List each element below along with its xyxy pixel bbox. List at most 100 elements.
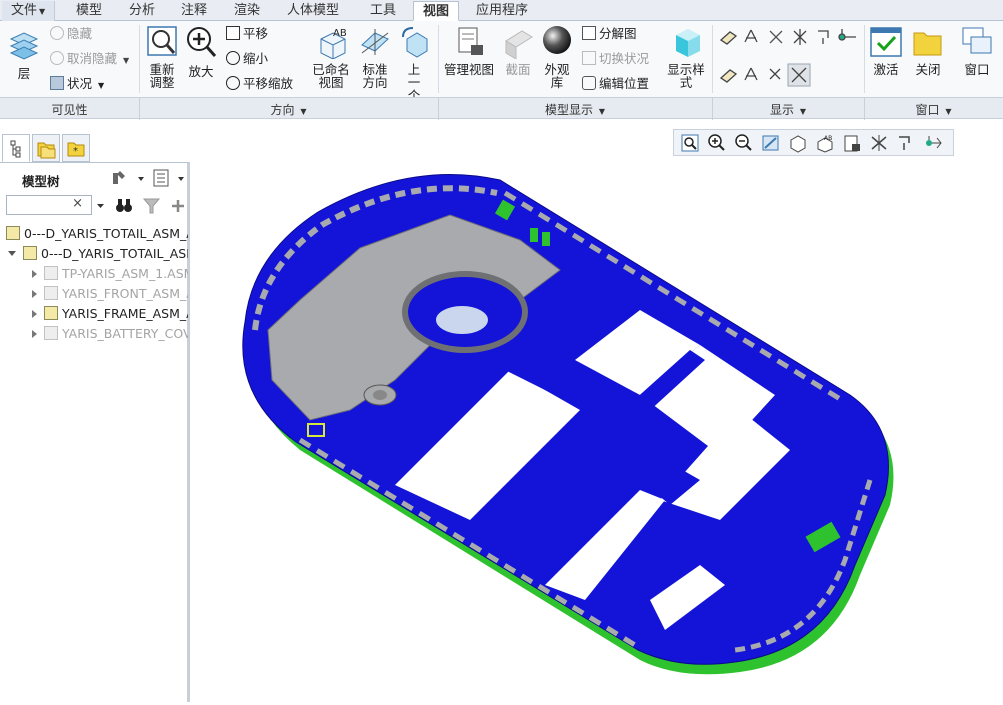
find-binoculars-icon[interactable] [114,196,134,216]
zoom-in-button[interactable]: 放大 [185,25,217,78]
status-button[interactable]: 状况 ▼ [50,75,104,93]
activate-label: 激活 [873,62,899,77]
windows-button[interactable]: 窗口 [958,25,996,76]
close-label: 关闭 [915,62,941,77]
windows-icon [962,27,992,54]
hide-button[interactable]: 隐藏 [50,25,92,43]
display-style-button[interactable]: 显示样式 [666,25,708,89]
settings-icon[interactable] [110,169,150,189]
show-options-icon[interactable] [152,169,188,189]
group-model-display[interactable]: 模型显示 ▼ [438,101,712,118]
tab-tools[interactable]: 工具 [361,1,405,21]
datum-display-filters-icon[interactable] [869,133,889,153]
refit-icon[interactable] [680,133,700,153]
separator [139,25,140,93]
edit-position-button[interactable]: 编辑位置 [582,75,649,93]
tree-item-frame-asm[interactable]: YARIS_FRAME_ASM_A [32,304,188,324]
manage-views-button[interactable]: 管理视图 [444,25,494,76]
favorites-tab[interactable]: * [62,134,90,162]
status-icon [50,76,64,90]
saved-views-button[interactable]: AB 已命名视图 [312,25,352,89]
separator [438,25,439,93]
search-input[interactable]: × [6,195,92,215]
refit-button[interactable]: 重新调整 [145,25,179,89]
close-window-button[interactable]: 关闭 [910,25,946,76]
assembly-icon [44,306,58,320]
model-tree-tab[interactable] [2,134,30,162]
tab-view[interactable]: 视图 [413,1,460,21]
tree-item-root[interactable]: 0---D_YARIS_TOTAIL_ASM_A [6,224,188,244]
collapse-icon[interactable] [8,251,16,256]
tab-annotate[interactable]: 注释 [172,1,216,21]
section-button[interactable]: 截面 [502,25,534,76]
appearance-label: 外观库 [544,62,570,90]
tree-item-tp-asm[interactable]: TP-YARIS_ASM_1.ASM [32,264,188,284]
assembly-icon [6,226,20,240]
tab-applications[interactable]: 应用程序 [467,1,537,21]
tab-manikin[interactable]: 人体模型 [278,1,348,21]
saved-orientations-icon[interactable]: AB [815,133,835,153]
graphics-toolbar: AB [673,129,954,156]
saved-views-label: 已命名视图 [312,62,350,90]
unhide-button[interactable]: 取消隐藏 ▼ [50,50,129,68]
spin-center-icon[interactable] [923,133,943,153]
pan-button[interactable]: 平移 [226,25,268,43]
expand-icon[interactable] [32,270,37,278]
layers-button[interactable]: 层 [6,29,42,80]
section-icon [505,30,533,59]
cad-model-render[interactable] [193,120,1003,702]
annotation-display-icon[interactable] [896,133,916,153]
zoom-out-button[interactable]: 缩小 [226,50,268,68]
layers-icon [9,32,39,60]
previous-view-button[interactable]: 上一个 [399,25,429,102]
expand-icon[interactable] [32,290,37,298]
tab-render[interactable]: 渲染 [225,1,269,21]
pan-zoom-icon [226,76,240,90]
group-orientation[interactable]: 方向 ▼ [139,101,438,118]
zoom-out-icon[interactable] [734,133,754,153]
section-label: 截面 [505,62,531,77]
expand-icon[interactable] [32,330,37,338]
separator [712,25,713,93]
folder-browser-icon [37,142,56,159]
unhide-icon [50,51,64,65]
exploded-view-icon [582,26,596,40]
toggle-status-button[interactable]: 切换状况 [582,50,649,68]
tree-item-front-asm[interactable]: YARIS_FRONT_ASM_A [32,284,188,304]
appearance-button[interactable]: 外观库 [540,25,574,89]
zoom-in-label: 放大 [188,64,214,79]
layers-label: 层 [17,66,31,81]
add-column-icon[interactable] [168,196,188,216]
tab-model[interactable]: 模型 [67,1,111,21]
tree-item-top-asm[interactable]: 0---D_YARIS_TOTAIL_ASM [8,244,188,264]
manage-views-label: 管理视图 [444,62,495,77]
search-dropdown-icon[interactable] [95,201,107,211]
zoom-in-icon[interactable] [707,133,727,153]
refit-label: 重新调整 [149,62,175,90]
file-menu[interactable]: 文件 ▼ [2,1,56,21]
display-style-icon[interactable] [788,133,808,153]
view-manager-icon[interactable] [842,133,862,153]
expand-icon[interactable] [32,310,37,318]
graphics-window[interactable] [193,120,1003,702]
pan-zoom-button[interactable]: 平移缩放 [226,75,293,93]
group-show[interactable]: 显示 ▼ [712,101,864,118]
filter-icon[interactable] [142,196,162,216]
group-window[interactable]: 窗口 ▼ [864,101,1003,118]
exploded-view-button[interactable]: 分解图 [582,25,637,43]
assembly-icon [23,246,37,260]
appearance-icon [543,26,571,54]
group-visibility[interactable]: 可见性 [0,101,139,118]
assembly-icon [44,286,58,300]
menu-bar: 文件 ▼ 模型 分析 注释 渲染 人体模型 工具 视图 应用程序 [0,0,1003,21]
refit-icon [147,26,177,56]
clear-search-icon[interactable]: × [72,196,83,211]
folder-browser-tab[interactable] [32,134,60,162]
tab-analysis[interactable]: 分析 [120,1,164,21]
tree-item-battery-cover[interactable]: YARIS_BATTERY_COV [32,324,188,344]
ribbon-group-bar: 可见性 方向 ▼ 模型显示 ▼ 显示 ▼ 窗口 ▼ [0,97,1003,120]
standard-orientation-button[interactable]: 标准方向 [358,25,392,89]
zoom-out-icon [226,51,240,65]
repaint-icon[interactable] [761,133,781,153]
activate-window-button[interactable]: 激活 [868,25,904,76]
